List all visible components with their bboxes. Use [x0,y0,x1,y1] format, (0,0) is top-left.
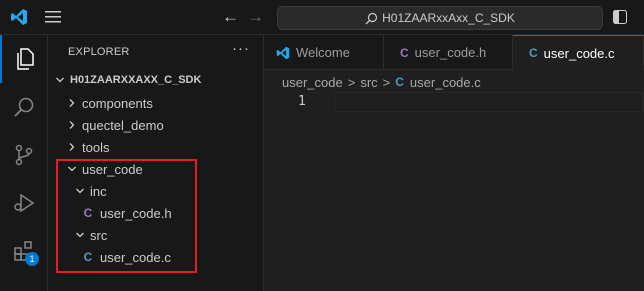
breadcrumb: user_code > src > C user_code.c [282,72,481,92]
chevron-down-icon [72,183,88,199]
breadcrumb-separator: > [382,74,391,90]
tree-item-src[interactable]: src [48,224,287,246]
menu-icon[interactable] [44,10,62,24]
tree-item-label: tools [82,139,110,155]
tab-user-code-h[interactable]: C user_code.h [384,35,513,70]
tree-item-label: user_code.h [100,205,172,221]
tab-welcome[interactable]: Welcome [264,35,384,70]
tree-item-quectel-demo[interactable]: quectel_demo [48,114,279,136]
editor-tab-bar: Welcome C user_code.h C user_code.c [264,35,644,70]
chevron-down-icon [64,161,80,177]
code-editor[interactable]: 1 [264,92,644,291]
chevron-down-icon [72,227,88,243]
tab-label: user_code.h [414,45,487,60]
chevron-right-icon [64,139,80,155]
breadcrumb-folder-src[interactable]: src [360,75,377,90]
search-icon [14,97,34,117]
chevron-right-icon [64,117,80,133]
breadcrumb-file[interactable]: user_code.c [410,75,481,90]
tree-item-label: src [90,227,108,243]
explorer-title: EXPLORER [68,46,130,58]
tab-label: Welcome [296,45,350,60]
breadcrumb-separator: > [347,74,356,90]
source-control-activity-button[interactable] [0,131,48,179]
explorer-sidebar: EXPLORER ··· H01ZAARXXAXX_C_SDK componen… [48,35,264,291]
command-center-search[interactable]: H01ZAARxxAxx_C_SDK [277,6,603,30]
extensions-activity-button[interactable]: 1 [0,227,48,275]
title-bar: ← → H01ZAARxxAxx_C_SDK [0,0,644,35]
tree-item-label: components [82,95,153,111]
c-header-file-icon: C [83,206,93,220]
tree-item-label: quectel_demo [82,117,164,133]
c-header-file-icon: C [400,45,409,60]
tree-item-user-code[interactable]: user_code [48,158,279,180]
more-actions-icon[interactable]: ··· [232,40,250,57]
vscode-logo-icon [276,46,290,59]
search-activity-button[interactable] [0,83,48,131]
tree-item-inc[interactable]: inc [48,180,287,202]
tree-item-components[interactable]: components [48,92,279,114]
tab-label: user_code.c [543,45,615,61]
c-source-file-icon: C [529,46,538,60]
tree-item-label: inc [90,183,107,199]
activity-bar: 1 [0,35,48,291]
tree-item-label: user_code.c [100,249,171,265]
breadcrumb-folder-user-code[interactable]: user_code [282,75,343,90]
back-arrow-icon[interactable]: ← [222,7,239,27]
tree-item-tools[interactable]: tools [48,136,279,158]
vscode-logo-icon [11,9,27,25]
tree-root-folder[interactable]: H01ZAARXXAXX_C_SDK [48,69,267,91]
source-control-icon [15,144,33,166]
tree-item-user-code-h[interactable]: C user_code.h [48,202,295,224]
command-center-text: H01ZAARxxAxx_C_SDK [382,11,515,25]
chevron-down-icon [52,72,68,88]
files-icon [17,48,34,70]
tab-user-code-c[interactable]: C user_code.c [513,35,644,70]
c-source-file-icon: C [83,250,93,264]
run-debug-activity-button[interactable] [0,179,48,227]
tree-root-label: H01ZAARXXAXX_C_SDK [70,74,202,86]
tree-item-user-code-c[interactable]: C user_code.c [48,246,295,268]
c-source-file-icon: C [395,75,404,89]
extensions-badge: 1 [25,252,39,266]
run-debug-icon [14,193,35,213]
current-line-highlight[interactable] [334,92,644,112]
chevron-right-icon [64,95,80,111]
forward-arrow-icon[interactable]: → [247,7,264,27]
search-icon [365,12,378,24]
toggle-sidebar-icon[interactable] [613,10,627,24]
tree-item-label: user_code [82,161,143,177]
explorer-activity-button[interactable] [0,35,48,83]
line-number: 1 [298,94,306,109]
